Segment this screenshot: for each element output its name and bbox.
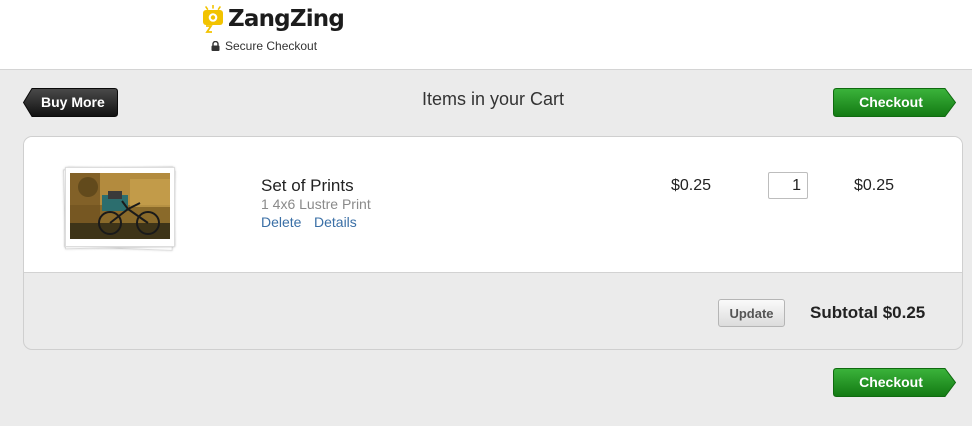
cart-item-row: Set of Prints 1 4x6 Lustre Print Delete … — [24, 137, 962, 273]
bicycle-photo — [70, 173, 170, 239]
header: ZangZing Secure Checkout — [0, 0, 972, 70]
lock-icon — [211, 41, 220, 51]
item-name: Set of Prints — [261, 176, 354, 195]
secure-checkout-label: Secure Checkout — [225, 39, 318, 53]
item-total: $0.25 — [854, 177, 895, 194]
item-price: $0.25 — [671, 177, 712, 194]
checkout-label: Checkout — [859, 94, 923, 110]
update-button[interactable]: Update — [718, 299, 785, 327]
brand-logo[interactable]: ZangZing — [202, 4, 345, 34]
checkout-button-bottom[interactable]: Checkout — [833, 368, 956, 397]
brand-name: ZangZing — [228, 6, 345, 32]
checkout-button-top[interactable]: Checkout — [833, 88, 956, 117]
subtotal: Subtotal $0.25 — [810, 303, 926, 322]
quantity-input[interactable] — [768, 172, 808, 199]
zangzing-logo-icon — [202, 4, 224, 33]
delete-link[interactable]: Delete — [261, 214, 301, 230]
checkout-label: Checkout — [859, 374, 923, 390]
secure-checkout: Secure Checkout — [211, 39, 317, 53]
page-title: Items in your Cart — [421, 89, 565, 109]
item-thumbnail[interactable] — [62, 165, 176, 251]
item-description: 1 4x6 Lustre Print — [261, 196, 371, 212]
details-link[interactable]: Details — [314, 214, 357, 230]
cart-panel: Set of Prints 1 4x6 Lustre Print Delete … — [23, 136, 963, 350]
